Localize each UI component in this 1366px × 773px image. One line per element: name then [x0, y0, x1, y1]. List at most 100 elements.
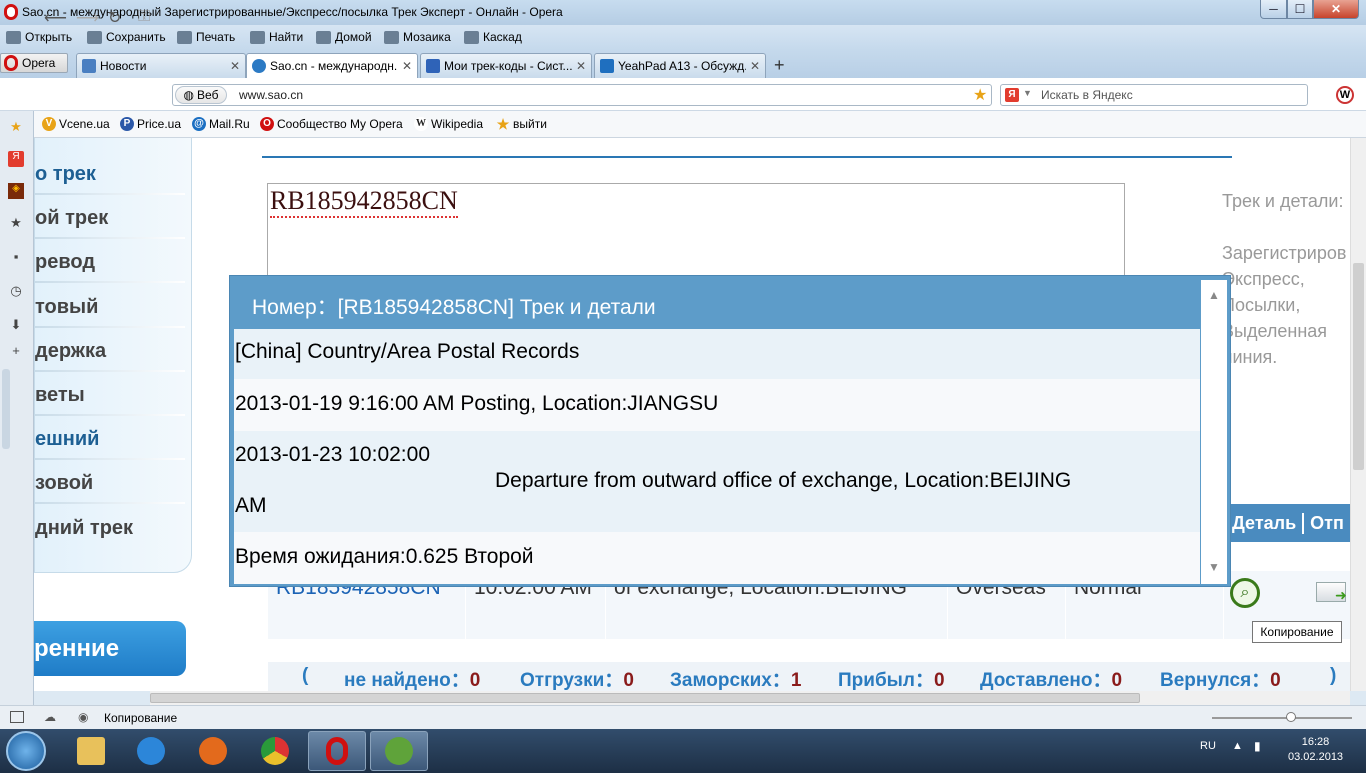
address-field[interactable]: ◍ Веб www.sao.cn ★ [172, 84, 992, 106]
panel-toggle-icon[interactable] [10, 711, 24, 723]
zoom-slider-handle[interactable] [1286, 712, 1296, 722]
downloads-panel-icon[interactable]: ⬇ [8, 317, 24, 333]
menu-cascade-button[interactable]: Каскад [464, 30, 522, 44]
tab-news[interactable]: Новости ✕ [76, 53, 246, 78]
nav-item[interactable]: дний трек [35, 517, 133, 540]
opera-menu-button[interactable]: Opera [0, 53, 68, 73]
popup-body: [China] Country/Area Postal Records 2013… [234, 329, 1200, 584]
notes-panel-icon[interactable]: ▪ [8, 249, 24, 265]
scrollbar-thumb[interactable] [1353, 263, 1364, 470]
favicon-icon [82, 59, 96, 73]
close-tab-icon[interactable]: ✕ [576, 59, 586, 73]
close-tab-icon[interactable]: ✕ [402, 59, 412, 73]
panel-toggle-handle[interactable] [2, 369, 10, 449]
globe-icon: ◍ [183, 88, 195, 102]
yandex-panel-icon[interactable]: Я [8, 151, 24, 167]
firefox-icon [199, 737, 227, 765]
taskbar-firefox[interactable] [184, 731, 242, 771]
home-icon [316, 30, 331, 44]
send-mail-icon[interactable]: ➜ [1316, 582, 1347, 603]
taskbar-chrome[interactable] [246, 731, 304, 771]
network-icon[interactable]: ▮ [1254, 739, 1261, 753]
left-nav-button[interactable]: ренние [34, 621, 186, 676]
close-tab-icon[interactable]: ✕ [230, 59, 240, 73]
magnifier-icon[interactable]: ⌕ [1230, 578, 1260, 608]
bookmark-mailru[interactable]: @ Mail.Ru [192, 117, 250, 131]
menu-print-button[interactable]: Печать [177, 30, 235, 44]
yandex-icon[interactable]: Я [1005, 88, 1019, 102]
page-horizontal-scrollbar[interactable] [150, 691, 1350, 705]
popup-scrollbar[interactable]: ▲ ▼ [1201, 280, 1227, 584]
mail-account-icon[interactable]: W [1336, 86, 1354, 104]
nav-item[interactable]: товый [35, 296, 185, 328]
bookmarks-panel-icon[interactable]: ★ [8, 119, 24, 135]
bookmark-myopera[interactable]: O Сообщество My Opera [260, 117, 403, 131]
widget-panel-icon[interactable]: ◈ [8, 183, 24, 199]
tab-sao[interactable]: Sao.cn - международн... ✕ [246, 53, 418, 78]
back-icon[interactable]: ⟵ [44, 8, 67, 28]
forward-icon[interactable]: ⟶ [76, 8, 99, 28]
not-found-stat[interactable]: не найдено：0 [344, 665, 480, 691]
nav-item[interactable]: держка [35, 340, 185, 372]
language-indicator[interactable]: RU [1200, 740, 1216, 752]
favorites-panel-icon[interactable]: ★ [8, 215, 24, 231]
shipments-stat[interactable]: Отгрузки：0 [520, 665, 634, 691]
side-panel: ★ Я ◈ ★ ▪ ◷ ⬇ + [0, 111, 34, 706]
scroll-up-icon[interactable]: ▲ [1208, 288, 1220, 302]
scrollbar-thumb[interactable] [150, 693, 1140, 703]
key-icon[interactable]: ⚿ [138, 8, 150, 26]
menu-open-button[interactable]: Открыть [6, 30, 72, 44]
nav-item[interactable]: веты [35, 384, 185, 416]
minimize-button[interactable]: ─ [1260, 0, 1287, 19]
turbo-icon[interactable]: ☁ [44, 710, 56, 724]
tab-track-codes[interactable]: Мои трек-коды - Сист... ✕ [420, 53, 592, 78]
scroll-down-icon[interactable]: ▼ [1208, 560, 1220, 574]
add-panel-icon[interactable]: + [8, 343, 24, 359]
star-icon: ★ [496, 116, 510, 132]
nav-item[interactable]: ой трек [35, 207, 185, 239]
arrived-stat[interactable]: Прибыл：0 [838, 665, 945, 691]
close-tab-icon[interactable]: ✕ [750, 59, 760, 73]
bookmark-star-icon[interactable]: ★ [973, 85, 987, 105]
nav-item[interactable]: ешний [35, 428, 185, 460]
nav-item[interactable]: ревод [35, 251, 185, 283]
nav-item[interactable]: о трек [35, 163, 185, 195]
tray-arrow-icon[interactable]: ▲ [1232, 740, 1243, 752]
search-field[interactable]: Я ▼ Искать в Яндекс [1000, 84, 1308, 106]
taskbar-opera[interactable] [308, 731, 366, 771]
menu-tile-button[interactable]: Мозаика [384, 30, 451, 44]
zoom-slider[interactable] [1212, 717, 1352, 719]
web-badge[interactable]: ◍ Веб [175, 86, 227, 104]
returned-stat[interactable]: Вернулся：0 [1160, 665, 1281, 691]
menu-save-button[interactable]: Сохранить [87, 30, 166, 44]
taskbar-explorer[interactable] [62, 731, 120, 771]
speed-dial-icon[interactable]: ◉ [78, 710, 88, 724]
bookmark-wikipedia[interactable]: W Wikipedia [414, 117, 483, 131]
reload-icon[interactable]: ↻ [108, 8, 121, 28]
bookmark-vcene[interactable]: V Vcene.ua [42, 117, 110, 131]
bookmark-logout[interactable]: ★ выйти [496, 117, 547, 131]
status-text: Копирование [104, 711, 178, 725]
overseas-stat[interactable]: Заморских：1 [670, 665, 801, 691]
list-item: 2013-01-19 9:16:00 AM Posting, Location:… [234, 379, 1200, 431]
page-vertical-scrollbar[interactable] [1350, 138, 1366, 691]
delivered-stat[interactable]: Доставлено：0 [980, 665, 1122, 691]
menu-home-button[interactable]: Домой [316, 30, 372, 44]
tab-yeahpad[interactable]: YeahPad A13 - Обсужд... ✕ [594, 53, 766, 78]
new-tab-button[interactable]: + [774, 55, 785, 76]
nav-item[interactable]: зовой [35, 472, 185, 504]
menu-find-button[interactable]: Найти [250, 30, 303, 44]
taskbar-utorrent[interactable] [370, 731, 428, 771]
track-number-value[interactable]: RB185942858CN [270, 186, 458, 218]
clock[interactable]: 16:28 03.02.2013 [1288, 735, 1343, 765]
chevron-down-icon[interactable]: ▼ [1023, 88, 1032, 98]
folder-icon [6, 30, 21, 44]
url-text[interactable]: www.sao.cn [239, 88, 303, 102]
close-window-button[interactable]: ✕ [1313, 0, 1359, 19]
bookmark-price[interactable]: P Price.ua [120, 117, 181, 131]
start-button[interactable] [6, 731, 46, 771]
maximize-button[interactable]: ☐ [1287, 0, 1313, 19]
favicon-icon [600, 59, 614, 73]
taskbar-ie[interactable] [122, 731, 180, 771]
history-panel-icon[interactable]: ◷ [8, 283, 24, 299]
